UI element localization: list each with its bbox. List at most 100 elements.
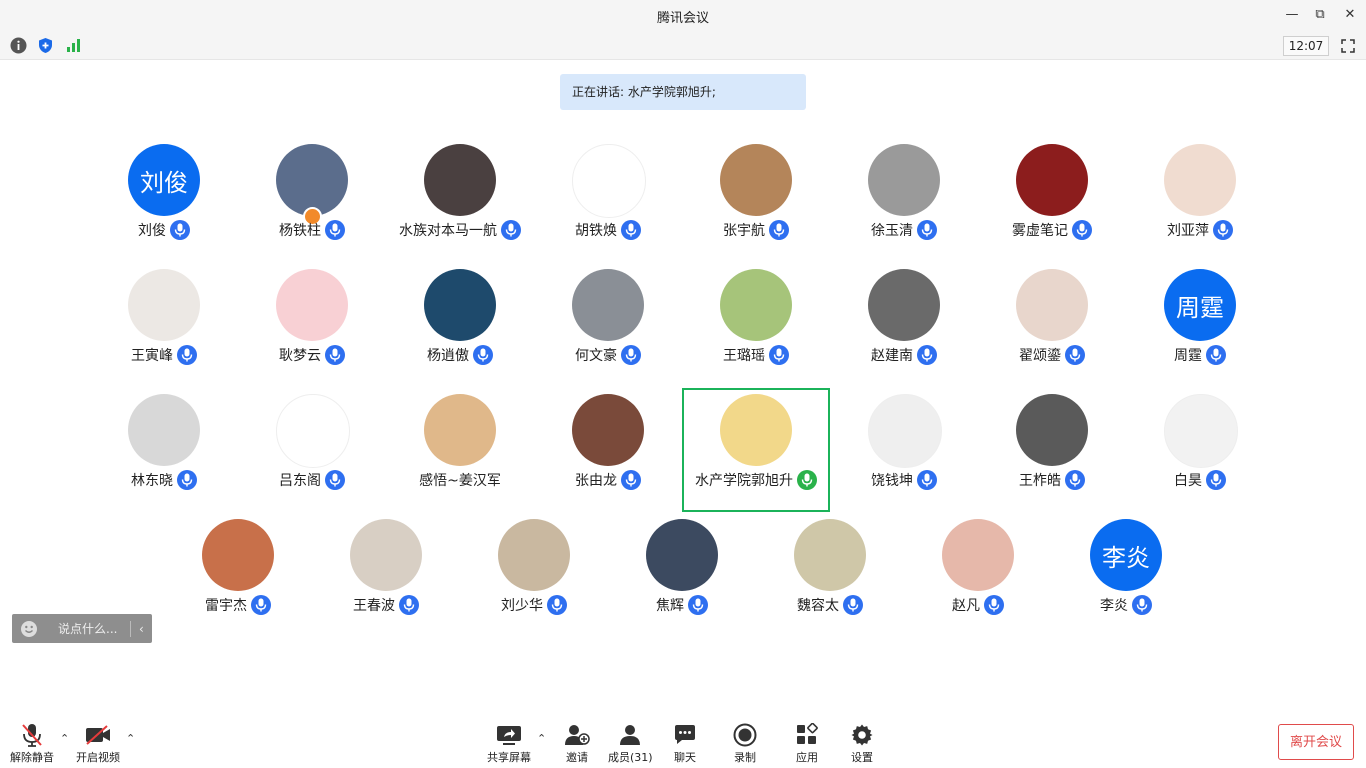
participant-tile[interactable]: 张由龙 xyxy=(534,388,682,512)
avatar xyxy=(350,519,422,591)
participant-name: 吕东阁 xyxy=(279,473,321,489)
microphone-icon xyxy=(399,595,419,615)
share-options-chevron-icon[interactable]: ⌃ xyxy=(537,732,546,745)
participant-name: 刘俊 xyxy=(138,223,166,239)
participant-name: 赵建南 xyxy=(871,348,913,364)
avatar xyxy=(942,519,1014,591)
speaking-banner: 正在讲话: 水产学院郭旭升; xyxy=(560,74,806,110)
participant-tile[interactable]: 感悟~姜汉军 xyxy=(386,388,534,512)
signal-strength-icon[interactable] xyxy=(65,37,82,54)
avatar xyxy=(868,269,940,341)
security-shield-icon[interactable] xyxy=(37,37,54,54)
chat-quick-input[interactable]: 说点什么... ‹ xyxy=(12,614,152,643)
participant-tile[interactable]: 周霆 周霆 xyxy=(1126,263,1274,387)
participant-tile[interactable]: 饶钱坤 xyxy=(830,388,978,512)
record-button[interactable]: 录制 xyxy=(731,722,759,765)
participant-name-row: 何文豪 xyxy=(534,345,682,365)
participant-tile[interactable]: 徐玉清 xyxy=(830,138,978,262)
members-icon xyxy=(616,722,644,748)
emoji-icon[interactable] xyxy=(20,620,38,638)
microphone-icon xyxy=(1213,220,1233,240)
avatar xyxy=(1164,144,1236,216)
avatar xyxy=(424,144,496,216)
participant-name-row: 周霆 xyxy=(1126,345,1274,365)
close-button[interactable]: ✕ xyxy=(1339,5,1361,25)
leave-meeting-button[interactable]: 离开会议 xyxy=(1278,724,1354,760)
avatar xyxy=(424,269,496,341)
participant-tile[interactable]: 刘俊 刘俊 xyxy=(90,138,238,262)
participant-tile[interactable]: 水族对本马一航 xyxy=(386,138,534,262)
participant-tile[interactable]: 张宇航 xyxy=(682,138,830,262)
avatar: 刘俊 xyxy=(128,144,200,216)
participant-tile[interactable]: 刘少华 xyxy=(460,513,608,637)
invite-button[interactable]: 邀请 xyxy=(563,722,591,765)
chat-button[interactable]: 聊天 xyxy=(671,722,699,765)
microphone-icon xyxy=(251,595,271,615)
participant-tile[interactable]: 赵凡 xyxy=(904,513,1052,637)
participant-tile[interactable]: 焦辉 xyxy=(608,513,756,637)
fullscreen-icon[interactable] xyxy=(1341,38,1355,53)
participant-name-row: 张宇航 xyxy=(682,220,830,240)
participant-tile[interactable]: 何文豪 xyxy=(534,263,682,387)
avatar xyxy=(276,269,348,341)
microphone-icon xyxy=(917,220,937,240)
participant-name-row: 雷宇杰 xyxy=(164,595,312,615)
avatar xyxy=(1016,144,1088,216)
participant-tile[interactable]: 林东晓 xyxy=(90,388,238,512)
avatar xyxy=(868,394,942,468)
participant-tile[interactable]: 王寅峰 xyxy=(90,263,238,387)
audio-options-chevron-icon[interactable]: ⌃ xyxy=(60,732,69,745)
participant-tile[interactable]: 魏容太 xyxy=(756,513,904,637)
participant-name: 李炎 xyxy=(1100,598,1128,614)
info-icon[interactable] xyxy=(10,37,27,54)
video-options-chevron-icon[interactable]: ⌃ xyxy=(126,732,135,745)
participant-tile[interactable]: 翟颂鎏 xyxy=(978,263,1126,387)
participant-tile[interactable]: 雾虚笔记 xyxy=(978,138,1126,262)
participant-tile[interactable]: 雷宇杰 xyxy=(164,513,312,637)
participant-tile[interactable]: 杨铁柱 xyxy=(238,138,386,262)
chat-placeholder[interactable]: 说点什么... xyxy=(58,620,122,637)
microphone-icon xyxy=(177,345,197,365)
microphone-icon xyxy=(501,220,521,240)
restore-button[interactable]: ⧉ xyxy=(1309,5,1331,25)
participant-tile[interactable]: 赵建南 xyxy=(830,263,978,387)
participant-tile[interactable]: 胡铁焕 xyxy=(534,138,682,262)
participant-tile[interactable]: 白昊 xyxy=(1126,388,1274,512)
avatar xyxy=(794,519,866,591)
settings-button[interactable]: 设置 xyxy=(848,722,876,765)
participant-tile[interactable]: 王春波 xyxy=(312,513,460,637)
participant-tile[interactable]: 耿梦云 xyxy=(238,263,386,387)
participant-tile[interactable]: 杨逍傲 xyxy=(386,263,534,387)
unmute-button[interactable]: 解除静音 xyxy=(10,722,54,765)
participant-name-row: 赵建南 xyxy=(830,345,978,365)
participant-tile[interactable]: 吕东阁 xyxy=(238,388,386,512)
participant-tile[interactable]: 李炎 李炎 xyxy=(1052,513,1200,637)
participant-tile[interactable]: 王璐瑶 xyxy=(682,263,830,387)
participant-tile[interactable]: 王柞皓 xyxy=(978,388,1126,512)
participant-name: 张由龙 xyxy=(575,473,617,489)
minimize-button[interactable]: — xyxy=(1281,5,1303,25)
members-label: 成员(31) xyxy=(608,751,653,764)
participant-name-row: 翟颂鎏 xyxy=(978,345,1126,365)
share-screen-button[interactable]: 共享屏幕 xyxy=(487,722,531,765)
members-button[interactable]: 成员(31) xyxy=(608,722,653,765)
start-video-button[interactable]: 开启视频 xyxy=(76,722,120,765)
participant-name-row: 王柞皓 xyxy=(978,470,1126,490)
collapse-chevron-icon[interactable]: ‹ xyxy=(139,622,144,636)
chat-bubble-icon xyxy=(671,722,699,748)
participant-name-row: 刘少华 xyxy=(460,595,608,615)
gear-icon xyxy=(848,722,876,748)
participant-tile[interactable]: 水产学院郭旭升 xyxy=(682,388,830,512)
participant-tile[interactable]: 刘亚萍 xyxy=(1126,138,1274,262)
unmute-label: 解除静音 xyxy=(10,751,54,764)
avatar xyxy=(1164,394,1238,468)
avatar xyxy=(276,144,348,216)
participant-name: 水产学院郭旭升 xyxy=(695,473,793,489)
microphone-icon xyxy=(1065,345,1085,365)
microphone-icon xyxy=(917,345,937,365)
participant-name-row: 饶钱坤 xyxy=(830,470,978,490)
window-title: 腾讯会议 xyxy=(656,11,709,26)
participant-name: 刘亚萍 xyxy=(1167,223,1209,239)
participant-name: 魏容太 xyxy=(797,598,839,614)
apps-button[interactable]: 应用 xyxy=(793,722,821,765)
